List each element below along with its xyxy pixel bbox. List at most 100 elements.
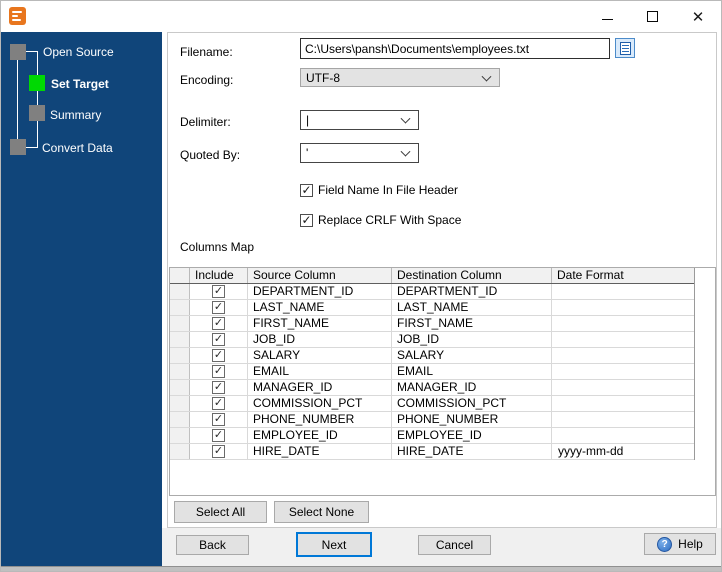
row-selector-cell[interactable] xyxy=(170,348,190,363)
include-checkbox[interactable]: ✓ xyxy=(212,413,225,426)
chevron-down-icon xyxy=(400,113,411,124)
destination-column-cell[interactable]: LAST_NAME xyxy=(392,300,552,315)
filename-input[interactable] xyxy=(300,38,610,59)
next-button[interactable]: Next xyxy=(296,532,372,557)
step-marker-convert-data xyxy=(10,139,26,155)
include-cell: ✓ xyxy=(190,284,248,299)
close-icon: ✕ xyxy=(691,8,705,26)
step-connector-line xyxy=(17,60,18,139)
include-header[interactable]: Include xyxy=(190,268,248,283)
source-column-cell[interactable]: COMMISSION_PCT xyxy=(248,396,392,411)
destination-column-cell[interactable]: FIRST_NAME xyxy=(392,316,552,331)
include-checkbox[interactable]: ✓ xyxy=(212,333,225,346)
titlebar: ✕ xyxy=(1,1,721,32)
include-checkbox[interactable]: ✓ xyxy=(212,445,225,458)
source-column-header[interactable]: Source Column xyxy=(248,268,392,283)
row-selector-cell[interactable] xyxy=(170,444,190,459)
date-format-cell[interactable] xyxy=(552,412,694,427)
row-selector-cell[interactable] xyxy=(170,300,190,315)
include-cell: ✓ xyxy=(190,348,248,363)
row-selector-cell[interactable] xyxy=(170,316,190,331)
destination-column-header[interactable]: Destination Column xyxy=(392,268,552,283)
source-column-cell[interactable]: FIRST_NAME xyxy=(248,316,392,331)
include-checkbox[interactable]: ✓ xyxy=(212,301,225,314)
encoding-select[interactable]: UTF-8 xyxy=(300,68,500,87)
filename-label: Filename: xyxy=(180,45,233,59)
source-column-cell[interactable]: JOB_ID xyxy=(248,332,392,347)
columns-map-table: Include Source Column Destination Column… xyxy=(169,267,716,496)
cancel-button[interactable]: Cancel xyxy=(418,535,491,555)
source-column-cell[interactable]: PHONE_NUMBER xyxy=(248,412,392,427)
date-format-cell[interactable] xyxy=(552,380,694,395)
source-column-cell[interactable]: DEPARTMENT_ID xyxy=(248,284,392,299)
date-format-cell[interactable] xyxy=(552,364,694,379)
include-checkbox[interactable]: ✓ xyxy=(212,397,225,410)
destination-column-cell[interactable]: SALARY xyxy=(392,348,552,363)
date-format-cell[interactable] xyxy=(552,316,694,331)
include-checkbox[interactable]: ✓ xyxy=(212,317,225,330)
source-column-cell[interactable]: HIRE_DATE xyxy=(248,444,392,459)
maximize-button[interactable] xyxy=(635,1,669,32)
minimize-button[interactable] xyxy=(590,1,624,32)
replace-crlf-checkbox[interactable]: ✓ Replace CRLF With Space xyxy=(300,213,461,227)
source-column-cell[interactable]: MANAGER_ID xyxy=(248,380,392,395)
row-selector-cell[interactable] xyxy=(170,284,190,299)
help-button[interactable]: ? Help xyxy=(644,533,716,555)
select-none-button[interactable]: Select None xyxy=(274,501,369,523)
close-button[interactable]: ✕ xyxy=(681,1,715,32)
step-marker-set-target-active xyxy=(29,75,45,91)
row-selector-cell[interactable] xyxy=(170,380,190,395)
date-format-cell[interactable] xyxy=(552,428,694,443)
date-format-cell[interactable] xyxy=(552,348,694,363)
set-target-panel: Filename: Encoding: UTF-8 Delimiter: | Q… xyxy=(167,32,717,528)
date-format-cell[interactable] xyxy=(552,300,694,315)
include-checkbox[interactable]: ✓ xyxy=(212,381,225,394)
back-button[interactable]: Back xyxy=(176,535,249,555)
chevron-down-icon xyxy=(400,146,411,157)
table-header-row: Include Source Column Destination Column… xyxy=(170,268,694,284)
destination-column-cell[interactable]: MANAGER_ID xyxy=(392,380,552,395)
destination-column-cell[interactable]: HIRE_DATE xyxy=(392,444,552,459)
source-column-cell[interactable]: EMAIL xyxy=(248,364,392,379)
row-selector-cell[interactable] xyxy=(170,396,190,411)
destination-column-cell[interactable]: EMAIL xyxy=(392,364,552,379)
minimize-icon xyxy=(601,18,613,20)
row-selector-cell[interactable] xyxy=(170,428,190,443)
destination-column-cell[interactable]: DEPARTMENT_ID xyxy=(392,284,552,299)
include-checkbox[interactable]: ✓ xyxy=(212,429,225,442)
sidebar-step-open-source: Open Source xyxy=(43,45,114,59)
browse-file-button[interactable] xyxy=(615,38,635,58)
include-checkbox[interactable]: ✓ xyxy=(212,285,225,298)
step-connector-line xyxy=(26,147,38,148)
wizard-window: ✕ Open Source Set Target Summary Convert… xyxy=(0,0,722,572)
source-column-cell[interactable]: SALARY xyxy=(248,348,392,363)
delimiter-select[interactable]: | xyxy=(300,110,419,130)
step-connector-line xyxy=(37,51,38,147)
destination-column-cell[interactable]: PHONE_NUMBER xyxy=(392,412,552,427)
date-format-cell[interactable]: yyyy-mm-dd xyxy=(552,444,694,459)
destination-column-cell[interactable]: JOB_ID xyxy=(392,332,552,347)
source-column-cell[interactable]: LAST_NAME xyxy=(248,300,392,315)
include-cell: ✓ xyxy=(190,316,248,331)
row-selector-cell[interactable] xyxy=(170,364,190,379)
include-checkbox[interactable]: ✓ xyxy=(212,349,225,362)
date-format-cell[interactable] xyxy=(552,332,694,347)
row-selector-cell[interactable] xyxy=(170,412,190,427)
date-format-cell[interactable] xyxy=(552,396,694,411)
table-row: ✓ FIRST_NAME FIRST_NAME xyxy=(170,316,694,332)
quoted-by-label: Quoted By: xyxy=(180,148,241,162)
quoted-by-select[interactable]: ' xyxy=(300,143,419,163)
help-icon: ? xyxy=(657,536,673,552)
checkbox-check-icon: ✓ xyxy=(300,182,313,197)
row-selector-cell[interactable] xyxy=(170,332,190,347)
sidebar-step-set-target: Set Target xyxy=(51,77,109,91)
destination-column-cell[interactable]: COMMISSION_PCT xyxy=(392,396,552,411)
select-all-button[interactable]: Select All xyxy=(174,501,267,523)
source-column-cell[interactable]: EMPLOYEE_ID xyxy=(248,428,392,443)
date-format-header[interactable]: Date Format xyxy=(552,268,694,283)
field-name-in-header-checkbox[interactable]: ✓ Field Name In File Header xyxy=(300,183,458,197)
include-cell: ✓ xyxy=(190,300,248,315)
date-format-cell[interactable] xyxy=(552,284,694,299)
destination-column-cell[interactable]: EMPLOYEE_ID xyxy=(392,428,552,443)
include-checkbox[interactable]: ✓ xyxy=(212,365,225,378)
